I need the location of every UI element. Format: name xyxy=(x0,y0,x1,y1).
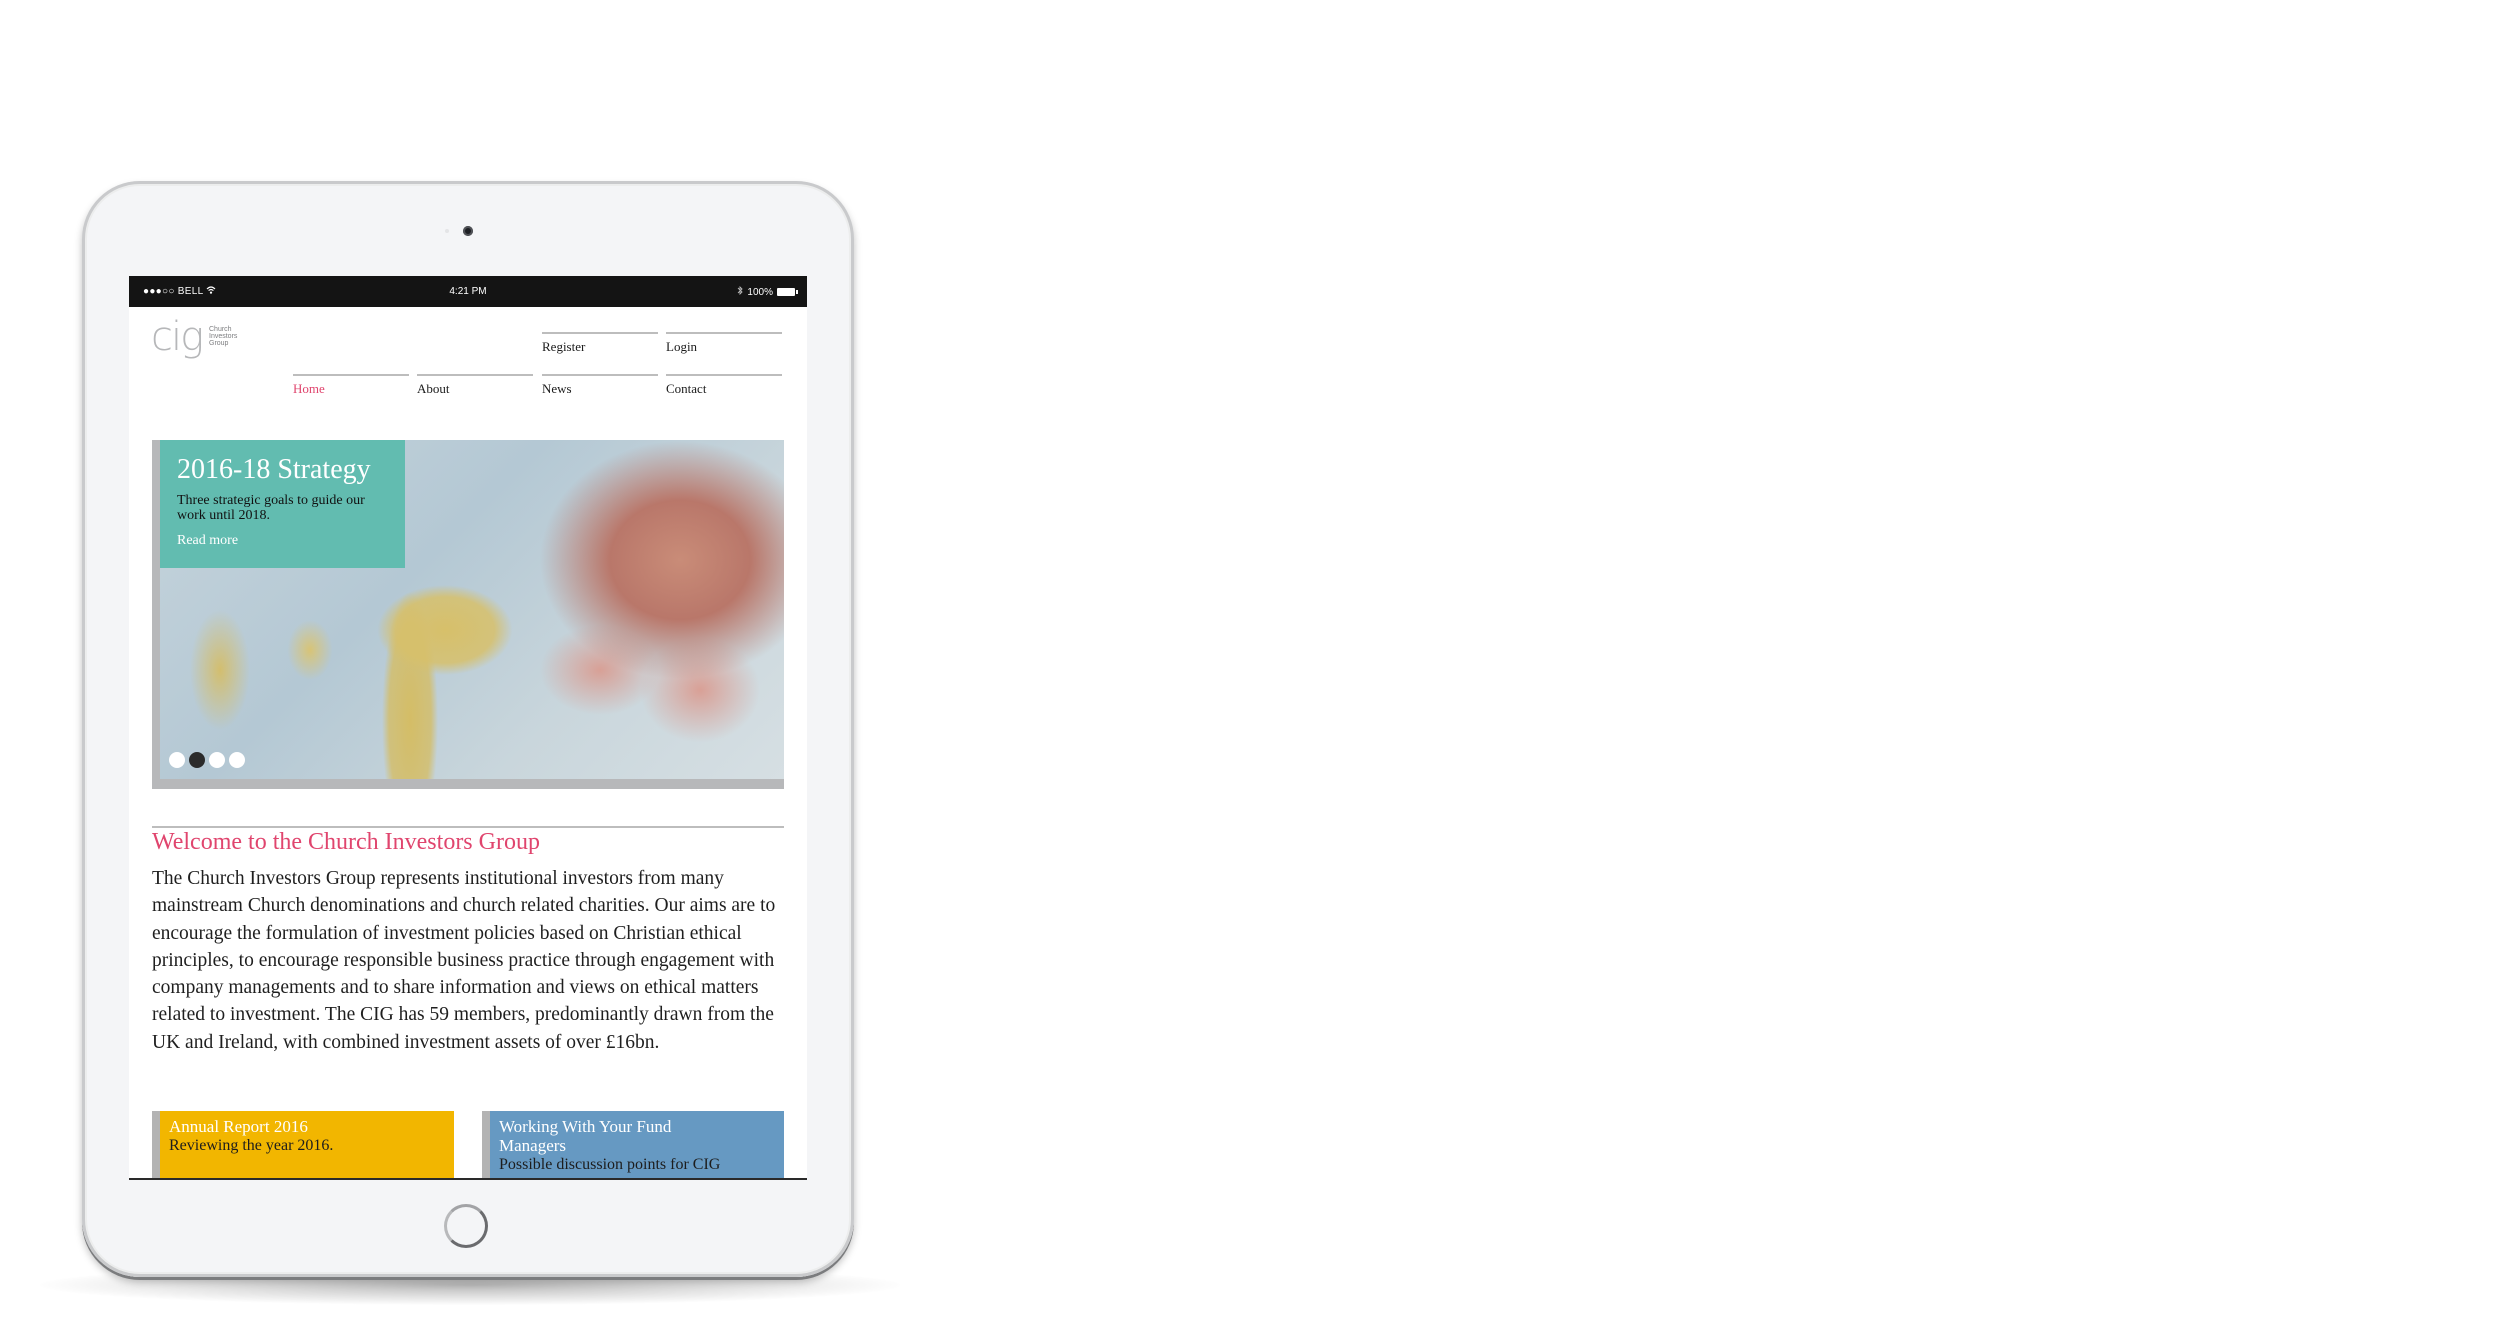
hero-caption-panel: 2016-18 Strategy Three strategic goals t… xyxy=(160,440,405,568)
logo-text: Church Investors Group xyxy=(209,326,237,347)
status-right: 100% xyxy=(737,285,798,298)
welcome-body: The Church Investors Group represents in… xyxy=(152,868,776,1053)
card-fund-managers[interactable]: Working With Your Fund Managers Possible… xyxy=(482,1111,784,1178)
card-subtitle: Reviewing the year 2016. xyxy=(169,1137,334,1154)
hero-title: 2016-18 Strategy xyxy=(177,454,371,485)
bluetooth-icon xyxy=(737,285,744,298)
home-button[interactable] xyxy=(444,1204,488,1248)
carousel-dot-active[interactable] xyxy=(189,752,205,768)
card-title: Working With Your Fund Managers xyxy=(499,1117,672,1155)
carousel-dot[interactable] xyxy=(209,752,225,768)
nav-about[interactable]: About xyxy=(417,374,533,397)
status-bar: ●●●○○ BELL 4:21 PM 100% xyxy=(129,276,807,307)
card-subtitle: Possible discussion points for CIG xyxy=(499,1156,721,1173)
tablet-screen: ●●●○○ BELL 4:21 PM 100% cig Church Inves… xyxy=(129,276,807,1180)
nav-home[interactable]: Home xyxy=(293,374,409,397)
nav-login[interactable]: Login xyxy=(666,332,782,355)
light-sensor xyxy=(445,229,449,233)
logo-line: Group xyxy=(209,340,229,347)
battery-percent: 100% xyxy=(747,286,773,298)
nav-register[interactable]: Register xyxy=(542,332,658,355)
site-logo[interactable]: cig Church Investors Group xyxy=(151,314,241,360)
nav-news[interactable]: News xyxy=(542,374,658,397)
read-more-link[interactable]: Read more xyxy=(177,533,238,549)
logo-line: Investors xyxy=(209,333,238,340)
carousel-dot[interactable] xyxy=(229,752,245,768)
status-time: 4:21 PM xyxy=(449,286,487,297)
hero-description: Three strategic goals to guide our work … xyxy=(177,493,365,523)
section-divider xyxy=(152,826,784,828)
hero-carousel[interactable]: 2016-18 Strategy Three strategic goals t… xyxy=(152,440,784,789)
logo-mark: cig xyxy=(151,314,204,360)
carousel-dot[interactable] xyxy=(169,752,185,768)
welcome-heading: Welcome to the Church Investors Group xyxy=(152,829,540,855)
logo-line: Church xyxy=(209,326,232,333)
nav-contact[interactable]: Contact xyxy=(666,374,782,397)
card-title: Annual Report 2016 xyxy=(169,1117,308,1136)
battery-icon xyxy=(777,288,798,296)
carousel-dots xyxy=(169,752,245,768)
camera-icon xyxy=(463,226,473,236)
card-annual-report[interactable]: Annual Report 2016 Reviewing the year 20… xyxy=(152,1111,454,1178)
